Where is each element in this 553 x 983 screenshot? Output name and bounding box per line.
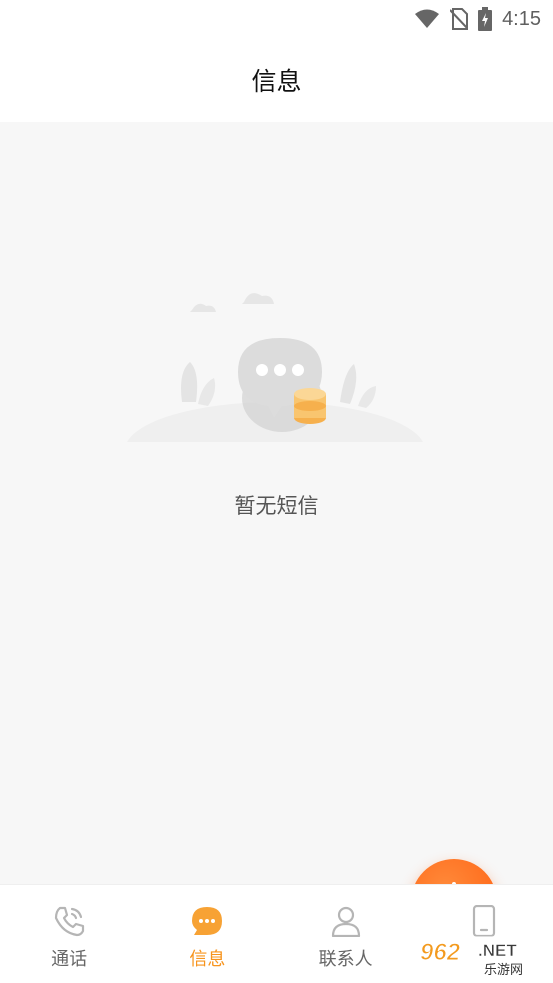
nav-label-calls: 通话 — [51, 949, 88, 970]
svg-text:乐游网: 乐游网 — [484, 963, 523, 978]
svg-text:.NET: .NET — [478, 941, 517, 960]
svg-text:962: 962 — [420, 939, 461, 966]
contact-icon — [329, 905, 363, 941]
nav-item-contacts[interactable]: 联系人 — [277, 885, 415, 983]
page-title: 信息 — [251, 67, 302, 96]
nav-item-calls[interactable]: 通话 — [0, 885, 138, 983]
wifi-icon — [414, 9, 440, 29]
no-sim-icon — [450, 8, 469, 30]
phone-icon — [52, 905, 86, 941]
empty-state-illustration — [120, 282, 430, 498]
nav-label-contacts: 联系人 — [318, 949, 373, 970]
nav-item-messages[interactable]: 信息 — [138, 885, 276, 983]
header: 信息 — [0, 38, 553, 122]
nav-label-messages: 信息 — [189, 949, 226, 970]
message-list-area: 暂无短信 — [0, 122, 553, 945]
status-bar: 4:15 — [0, 0, 553, 38]
site-watermark-logo: 962 .NET 乐游网 — [414, 934, 550, 978]
empty-state-text: 暂无短信 — [234, 494, 319, 518]
status-time: 4:15 — [502, 7, 541, 30]
message-icon — [190, 905, 224, 941]
battery-charging-icon — [478, 7, 493, 31]
